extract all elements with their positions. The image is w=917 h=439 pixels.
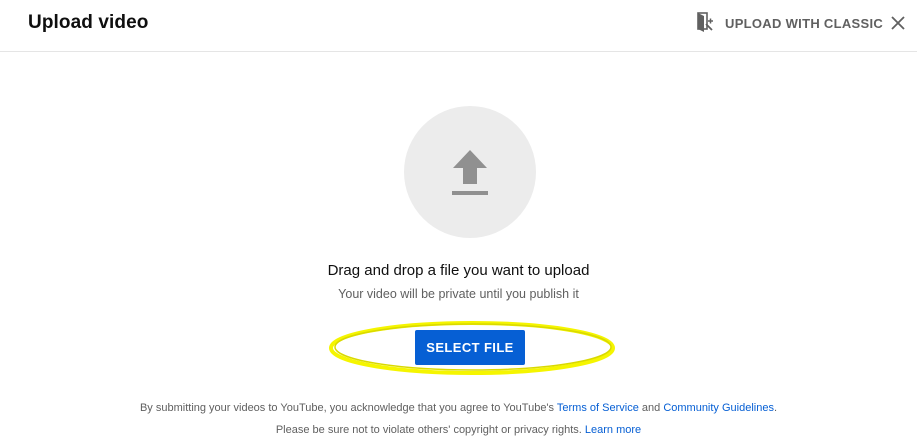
close-icon[interactable] — [889, 14, 907, 32]
upload-drop-zone[interactable] — [404, 106, 536, 238]
select-file-button[interactable]: SELECT FILE — [415, 330, 525, 365]
footer-copyright-text: Please be sure not to violate others' co… — [275, 424, 582, 436]
footer-terms-line: By submitting your videos to YouTube, yo… — [0, 402, 917, 414]
upload-dialog: Upload video UPLOAD WITH CLASSIC Drag an… — [0, 0, 917, 439]
upload-with-classic-button[interactable]: UPLOAD WITH CLASSIC — [695, 10, 883, 36]
footer-period: . — [773, 402, 778, 414]
community-guidelines-link[interactable]: Community Guidelines — [663, 402, 774, 414]
dialog-title: Upload video — [28, 12, 149, 33]
footer-and-text: and — [641, 402, 661, 414]
learn-more-link[interactable]: Learn more — [585, 424, 641, 436]
drag-drop-instruction: Drag and drop a file you want to upload — [327, 262, 590, 279]
upload-with-classic-label: UPLOAD WITH CLASSIC — [725, 15, 884, 31]
terms-of-service-link[interactable]: Terms of Service — [557, 402, 639, 414]
dialog-header: Upload video UPLOAD WITH CLASSIC — [0, 0, 917, 52]
private-notice: Your video will be private until you pub… — [338, 287, 579, 301]
footer-terms-prefix: By submitting your videos to YouTube, yo… — [139, 402, 555, 414]
footer-copyright-line: Please be sure not to violate others' co… — [0, 424, 917, 436]
upload-arrow-icon — [447, 146, 493, 200]
classic-studio-icon — [695, 12, 715, 34]
